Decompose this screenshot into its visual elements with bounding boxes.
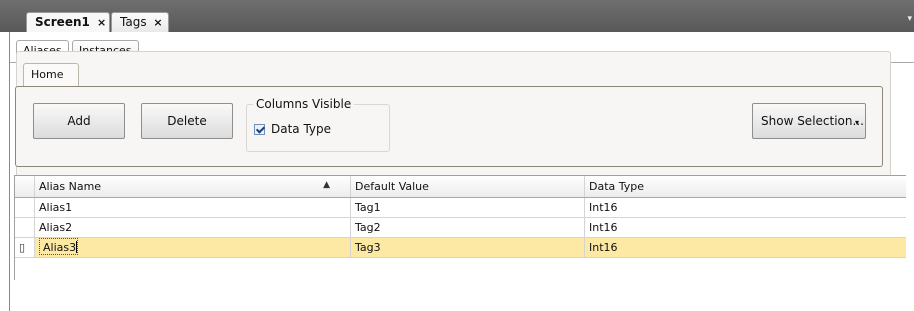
data-type-cell[interactable]: Int16	[585, 238, 906, 257]
column-header-default-value[interactable]: Default Value	[351, 176, 585, 197]
tab-tags-label: Tags	[120, 15, 147, 29]
table-row-selected[interactable]: ▯ Alias3 Tag3 Int16	[15, 238, 906, 258]
alias-name-edit-text: Alias3	[43, 241, 77, 254]
alias-name-cell[interactable]: Alias1	[35, 198, 351, 217]
chevron-down-icon: ▾	[854, 118, 859, 127]
show-selection-dropdown[interactable]: Show Selection... ▾	[752, 103, 866, 139]
column-header-label: Data Type	[589, 180, 645, 193]
row-indicator[interactable]	[15, 198, 35, 217]
alias-name-cell[interactable]: Alias3	[35, 238, 351, 257]
tab-screen1-label: Screen1	[35, 15, 90, 29]
delete-button-label: Delete	[167, 114, 207, 128]
default-value-cell[interactable]: Tag1	[351, 198, 585, 217]
close-icon[interactable]: ×	[153, 16, 162, 29]
column-header-label: Alias Name	[39, 180, 102, 193]
columns-visible-title: Columns Visible	[253, 97, 355, 111]
alias-grid: Alias Name ▲ Default Value Data Type Ali…	[14, 175, 906, 280]
tab-overflow-icon[interactable]: ▾	[907, 14, 912, 24]
add-button-label: Add	[67, 114, 91, 128]
alias-name-editor[interactable]: Alias3	[39, 238, 79, 255]
columns-visible-group: Columns Visible Data Type	[246, 97, 390, 152]
add-button[interactable]: Add	[33, 103, 125, 139]
text-cursor	[76, 241, 78, 253]
close-icon[interactable]: ×	[97, 16, 106, 29]
default-value-cell[interactable]: Tag3	[351, 238, 585, 257]
default-value-cell[interactable]: Tag2	[351, 218, 585, 237]
ribbon-tab-home[interactable]: Home	[23, 63, 79, 87]
row-indicator-header	[15, 176, 35, 197]
alias-name-cell[interactable]: Alias2	[35, 218, 351, 237]
checkbox-checked-icon[interactable]	[254, 123, 265, 135]
table-row[interactable]: Alias2 Tag2 Int16	[15, 218, 906, 238]
column-header-label: Default Value	[355, 180, 429, 193]
grid-header-row: Alias Name ▲ Default Value Data Type	[15, 176, 906, 198]
data-type-checkbox[interactable]: Data Type	[254, 122, 331, 136]
delete-button[interactable]: Delete	[141, 103, 233, 139]
sort-ascending-icon: ▲	[323, 180, 330, 190]
tab-screen1[interactable]: Screen1 ×	[26, 12, 110, 32]
show-selection-label: Show Selection...	[761, 114, 864, 128]
data-type-cell[interactable]: Int16	[585, 198, 906, 217]
edit-row-icon[interactable]: ▯	[15, 238, 35, 257]
row-indicator[interactable]	[15, 218, 35, 237]
table-row[interactable]: Alias1 Tag1 Int16	[15, 198, 906, 218]
ribbon-tab-home-label: Home	[31, 68, 64, 81]
column-header-data-type[interactable]: Data Type	[585, 176, 906, 197]
document-tab-bar: Screen1 × Tags × ▾	[0, 0, 914, 32]
data-type-checkbox-label: Data Type	[271, 122, 332, 136]
tab-tags[interactable]: Tags ×	[111, 12, 169, 32]
column-header-alias-name[interactable]: Alias Name ▲	[35, 176, 351, 197]
data-type-cell[interactable]: Int16	[585, 218, 906, 237]
